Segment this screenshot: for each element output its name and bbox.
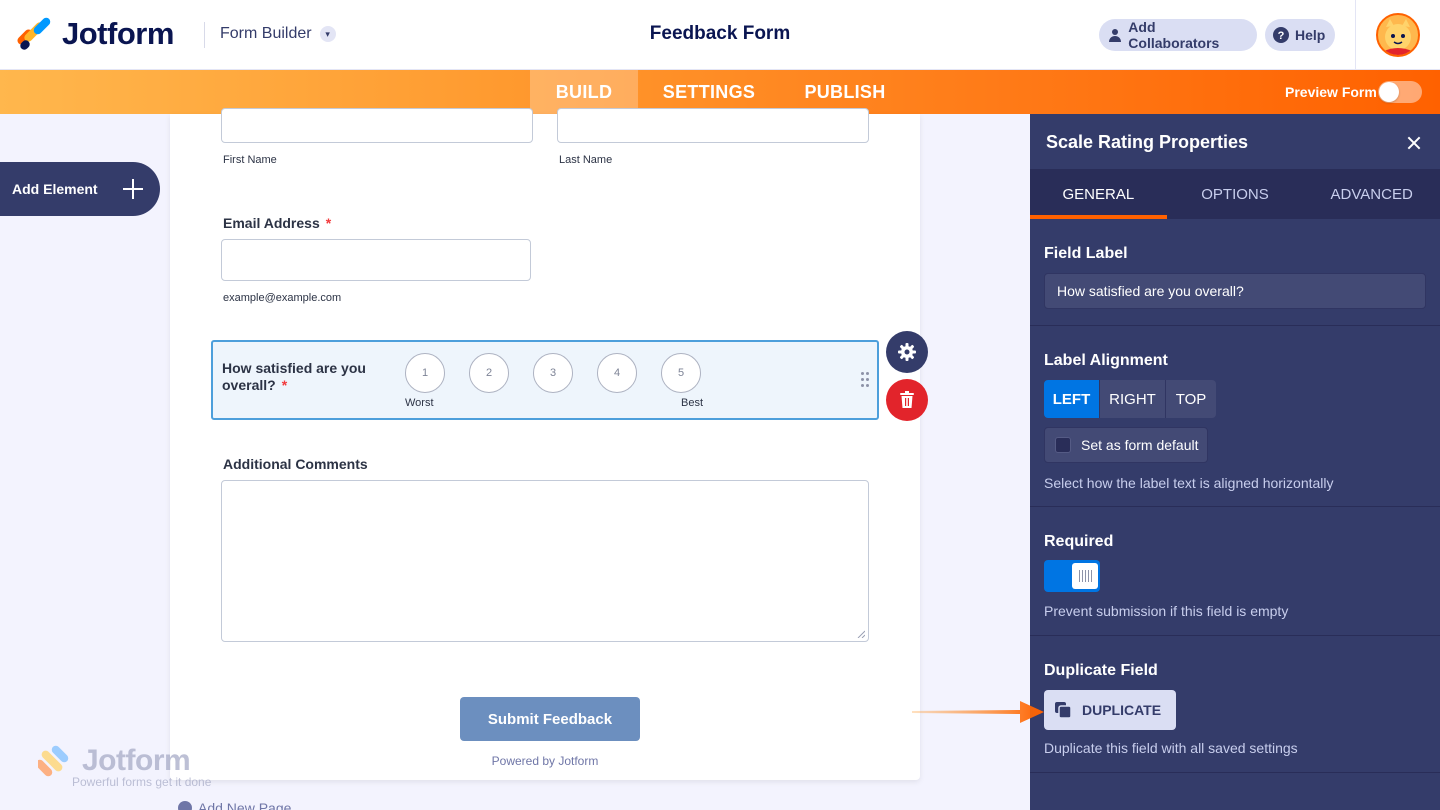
email-sublabel: example@example.com [223,292,342,304]
alignment-hint: Select how the label text is aligned hor… [1044,475,1334,491]
watermark-tagline: Powerful forms get it done [72,775,212,789]
email-label: Email Address * [223,215,331,231]
field-label-section: Field Label How satisfied are you overal… [1030,219,1440,326]
scale-option-4[interactable]: 4 [597,353,637,393]
watermark-brand: Jotform [82,744,191,777]
jotform-watermark-icon [35,745,69,777]
gear-icon [898,343,916,361]
top-header: Jotform Form Builder ▾ Feedback Form Add… [0,0,1440,70]
align-left-button[interactable]: LEFT [1044,380,1100,418]
scale-best-label: Best [681,397,704,409]
align-top-button[interactable]: TOP [1166,380,1216,418]
last-name-sublabel: Last Name [559,154,613,166]
comments-textarea[interactable] [221,480,869,642]
form-builder-label: Form Builder [220,25,312,42]
required-hint: Prevent submission if this field is empt… [1044,603,1289,619]
delete-field-button[interactable] [886,379,928,421]
add-new-page-button[interactable]: Add New Page [178,800,291,810]
required-title: Required [1044,533,1114,550]
scale-rating-field[interactable]: How satisfied are you overall? * 1 2 3 4 … [211,340,879,420]
avatar[interactable] [1376,13,1420,57]
question-icon: ? [1273,27,1289,43]
add-new-page-label: Add New Page [198,800,292,810]
required-section: Required Prevent submission if this fiel… [1030,507,1440,636]
first-name-input[interactable] [221,108,533,143]
toggle-knob [1072,563,1098,589]
drag-handle-icon[interactable] [861,372,871,388]
duplicate-section: Duplicate Field DUPLICATE Duplicate this… [1030,636,1440,773]
comments-label: Additional Comments [223,456,368,472]
scale-option-5[interactable]: 5 [661,353,701,393]
user-icon [1107,27,1122,43]
email-input[interactable] [221,239,531,281]
required-asterisk: * [325,215,332,231]
jotform-logo[interactable]: Jotform [15,16,174,52]
logo-text: Jotform [62,16,174,51]
form-canvas: First Name Last Name Email Address * exam… [170,108,920,780]
tab-general[interactable]: GENERAL [1030,169,1167,219]
add-element-button[interactable]: Add Element [0,162,160,216]
alignment-segmented-control: LEFT RIGHT TOP [1044,380,1216,418]
help-button[interactable]: ? Help [1265,19,1335,51]
first-name-sublabel: First Name [223,154,277,166]
arrow-pointer-icon [912,701,1044,723]
jotform-logo-icon [15,16,52,52]
add-element-label: Add Element [12,181,98,197]
duplicate-hint: Duplicate this field with all saved sett… [1044,740,1298,756]
last-name-input[interactable] [557,108,869,143]
submit-feedback-button[interactable]: Submit Feedback [460,697,640,741]
preview-form-label: Preview Form [1285,84,1377,100]
tab-options[interactable]: OPTIONS [1167,169,1304,219]
toggle-knob [1379,82,1399,102]
chevron-down-icon: ▾ [319,26,336,42]
resize-grip-icon[interactable] [857,630,865,638]
duplicate-label: DUPLICATE [1082,702,1162,718]
required-toggle[interactable] [1044,560,1100,592]
align-right-button[interactable]: RIGHT [1100,380,1166,418]
scale-label: How satisfied are you overall? * [222,360,382,394]
panel-tabs: GENERAL OPTIONS ADVANCED [1030,169,1440,219]
avatar-divider [1355,0,1356,70]
add-collaborators-label: Add Collaborators [1128,19,1220,51]
jotform-watermark: Jotform Powerful forms get it done [35,744,211,789]
form-builder-menu[interactable]: Form Builder ▾ [220,25,336,43]
label-alignment-title: Label Alignment [1044,352,1168,369]
set-as-default-checkbox[interactable]: Set as form default [1044,427,1208,463]
field-settings-button[interactable] [886,331,928,373]
label-alignment-section: Label Alignment LEFT RIGHT TOP Set as fo… [1030,326,1440,507]
field-label-title: Field Label [1044,245,1128,262]
preview-form-toggle[interactable] [1378,81,1422,103]
field-label-input[interactable]: How satisfied are you overall? [1044,273,1426,309]
checkbox-icon [1055,437,1071,453]
plus-circle-icon [178,801,192,810]
scale-worst-label: Worst [405,397,434,409]
plus-icon [120,176,146,202]
close-icon[interactable] [1402,131,1426,155]
header-divider [204,22,205,48]
duplicate-button[interactable]: DUPLICATE [1044,690,1176,730]
tab-advanced[interactable]: ADVANCED [1303,169,1440,219]
email-label-text: Email Address [223,215,320,231]
required-asterisk: * [281,377,288,393]
add-collaborators-button[interactable]: Add Collaborators [1099,19,1257,51]
scale-option-1[interactable]: 1 [405,353,445,393]
scale-option-3[interactable]: 3 [533,353,573,393]
help-label: Help [1295,27,1326,43]
duplicate-title: Duplicate Field [1044,662,1158,679]
panel-title: Scale Rating Properties [1046,132,1249,152]
trash-icon [900,391,914,408]
properties-panel: Scale Rating Properties GENERAL OPTIONS … [1030,114,1440,810]
powered-by-text: Powered by Jotform [491,754,599,768]
svg-text:?: ? [1278,30,1285,42]
scale-option-2[interactable]: 2 [469,353,509,393]
set-as-default-label: Set as form default [1081,437,1199,453]
scale-label-text: How satisfied are you overall? [222,360,366,393]
copy-icon [1055,702,1072,719]
